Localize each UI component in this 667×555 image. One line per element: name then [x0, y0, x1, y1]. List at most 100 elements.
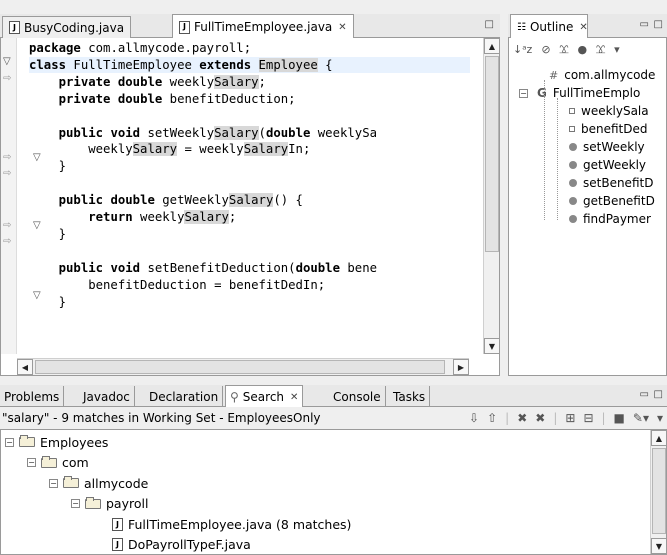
maximize-icon[interactable]: □ [654, 389, 663, 400]
code-editor[interactable]: ▽ ⇨ ⇨ ⇨ ⇨ ⇨ ▽ ▽ ▽ package com.allmycode.… [0, 38, 500, 376]
scroll-down-icon[interactable]: ▼ [651, 538, 666, 554]
scroll-thumb[interactable] [485, 56, 499, 252]
outline-item-method[interactable]: findPaymer [569, 210, 651, 228]
override-marker-icon: ⇨ [3, 236, 12, 247]
outline-item-label: weeklySala [581, 104, 649, 118]
hide-local-types-icon[interactable]: Ɤ [596, 42, 605, 56]
scroll-left-icon[interactable]: ◀ [17, 359, 33, 375]
code-line[interactable]: } [29, 294, 66, 310]
collapse-icon[interactable]: − [49, 478, 58, 488]
tab-tasks[interactable]: Tasks [389, 386, 431, 407]
code-line[interactable]: class FullTimeEmployee extends Employee … [29, 56, 470, 73]
tab-label: Search [242, 390, 285, 404]
result-item-folder[interactable]: − payroll [71, 494, 148, 514]
code-line[interactable]: public void setBenefitDeduction(double b… [29, 260, 377, 276]
outline-item-method[interactable]: setBenefitD [569, 174, 653, 192]
editor-horizontal-scrollbar[interactable]: ◀ ▶ [17, 358, 469, 375]
scroll-up-icon[interactable]: ▲ [484, 38, 500, 54]
scroll-thumb[interactable] [35, 360, 445, 374]
outline-item-label: findPaymer [583, 212, 651, 226]
outline-item-package[interactable]: # com.allmycode [549, 66, 655, 84]
close-icon[interactable]: ✕ [338, 22, 346, 33]
maximize-icon[interactable]: □ [485, 19, 494, 30]
collapse-all-icon[interactable]: ⊟ [583, 411, 593, 425]
previous-match-icon[interactable]: ⇧ [487, 411, 497, 425]
bottom-panel: ▭ □ Problems Javadoc Declaration ⚲ Search ✕ Co… [0, 385, 667, 555]
folder-icon [41, 455, 57, 468]
tab-declaration[interactable]: Declaration [145, 386, 224, 407]
vertical-ruler: ▽ ⇨ ⇨ ⇨ ⇨ ⇨ [1, 38, 17, 354]
code-line[interactable]: benefitDeduction = benefitDedIn; [29, 277, 325, 293]
code-line[interactable]: package com.allmycode.payroll; [29, 40, 251, 56]
outline-icon: ☷ [517, 21, 526, 33]
minimize-icon[interactable]: ▭ [640, 19, 649, 30]
result-item-folder[interactable]: − com [27, 453, 89, 473]
collapse-icon[interactable]: − [519, 88, 528, 98]
close-icon[interactable]: ✕ [579, 22, 587, 33]
code-line[interactable]: public double getWeeklySalary() { [29, 192, 303, 208]
scroll-up-icon[interactable]: ▲ [651, 430, 666, 446]
search-history-icon[interactable]: ✎▾ [633, 411, 649, 425]
outline-item-label: benefitDed [581, 122, 648, 136]
results-vertical-scrollbar[interactable]: ▲ ▼ [650, 430, 666, 554]
tab-outline[interactable]: ☷ Outline ✕ [510, 14, 588, 39]
outline-item-field[interactable]: benefitDed [569, 120, 648, 138]
tree-connector [557, 98, 558, 220]
code-line[interactable]: weeklySalary = weeklySalaryIn; [29, 141, 310, 157]
remove-all-matches-icon[interactable]: ✖ [535, 411, 545, 425]
method-icon [569, 143, 577, 151]
search-summary: "salary" - 9 matches in Working Set - Em… [2, 411, 321, 425]
hide-fields-icon[interactable]: ⊘ [541, 43, 550, 56]
code-line[interactable]: public void setWeeklySalary(double weekl… [29, 125, 377, 141]
search-results-tree[interactable]: ▲ ▼ − Employees − com − allmycode − payroll J Ful… [0, 429, 667, 555]
code-area[interactable]: package com.allmycode.payroll; class Full… [17, 38, 470, 354]
tab-javadoc[interactable]: Javadoc [79, 386, 135, 407]
code-line[interactable]: private double benefitDeduction; [29, 91, 296, 107]
next-match-icon[interactable]: ⇩ [469, 411, 479, 425]
outline-item-label: setWeekly [583, 140, 645, 154]
outline-item-field[interactable]: weeklySala [569, 102, 649, 120]
outline-tree[interactable]: ↓ᵃz ⊘ Ɤ ● Ɤ ▾ # com.allmycode G FullTimeEmp… [508, 38, 667, 376]
hide-static-icon[interactable]: Ɤ [560, 42, 569, 56]
close-icon[interactable]: ✕ [290, 392, 298, 403]
outline-item-class[interactable]: G FullTimeEmplo − [519, 84, 640, 102]
folder-icon [63, 476, 79, 488]
collapse-icon[interactable]: − [5, 437, 14, 447]
tab-problems[interactable]: Problems [0, 386, 65, 407]
collapse-icon[interactable]: − [27, 458, 36, 467]
stop-icon[interactable]: ■ [614, 411, 625, 425]
tab-busycoding[interactable]: J BusyCoding.java [2, 16, 132, 38]
remove-match-icon[interactable]: ✖ [517, 411, 527, 425]
outline-item-method[interactable]: getBenefitD [569, 192, 655, 210]
method-icon [569, 215, 577, 223]
expand-all-icon[interactable]: ⊞ [565, 411, 575, 425]
fold-icon[interactable]: ▽ [3, 54, 15, 70]
hide-nonpublic-icon[interactable]: ● [578, 43, 588, 56]
code-line[interactable]: private double weeklySalary; [29, 74, 266, 90]
java-file-icon: J [179, 20, 190, 34]
project-icon [19, 435, 35, 447]
scroll-thumb[interactable] [652, 448, 666, 534]
method-icon [569, 197, 577, 205]
view-menu-icon[interactable]: ▾ [657, 411, 663, 425]
maximize-icon[interactable]: □ [654, 19, 663, 30]
tab-fulltimeemployee[interactable]: J FullTimeEmployee.java ✕ [172, 14, 354, 39]
collapse-icon[interactable]: − [71, 499, 80, 508]
outline-item-method[interactable]: setWeekly [569, 138, 645, 156]
minimize-icon[interactable]: ▭ [640, 389, 649, 400]
result-item-project[interactable]: − Employees [5, 432, 108, 452]
result-item-folder[interactable]: − allmycode [49, 473, 148, 493]
code-line[interactable]: } [29, 226, 66, 242]
view-menu-icon[interactable]: ▾ [614, 43, 620, 56]
sort-icon[interactable]: ↓ᵃz [513, 43, 532, 56]
code-line[interactable]: return weeklySalary; [29, 209, 236, 225]
outline-item-method[interactable]: getWeekly [569, 156, 646, 174]
tab-search[interactable]: ⚲ Search ✕ [225, 385, 304, 408]
code-line[interactable]: } [29, 158, 66, 174]
result-item-file[interactable]: J FullTimeEmployee.java (8 matches) [93, 514, 351, 534]
result-item-file[interactable]: J DoPayrollTypeF.java [93, 535, 251, 555]
scroll-right-icon[interactable]: ▶ [453, 359, 469, 375]
scroll-down-icon[interactable]: ▼ [484, 338, 500, 354]
editor-vertical-scrollbar[interactable]: ▲ ▼ [483, 38, 500, 354]
tab-console[interactable]: Console [329, 386, 386, 407]
